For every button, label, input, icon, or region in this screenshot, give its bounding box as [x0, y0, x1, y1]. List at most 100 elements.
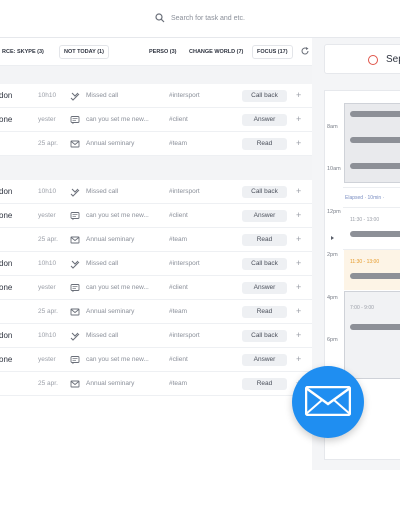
add-icon[interactable]: +	[296, 114, 301, 124]
hour-label: 12pm	[327, 209, 341, 215]
search-placeholder: Search for task and etc.	[171, 14, 245, 22]
add-icon[interactable]: +	[296, 330, 301, 340]
task-tag[interactable]: #team	[169, 380, 187, 387]
task-subject: can you set me new...	[86, 356, 149, 363]
mail-app-badge[interactable]	[292, 366, 364, 438]
task-action-button[interactable]: Answer	[242, 282, 287, 294]
add-icon[interactable]: +	[296, 234, 301, 244]
task-row[interactable]: 25 apr.Annual seminary#teamRead+	[0, 132, 312, 156]
hour-label: 2pm	[327, 252, 338, 258]
task-subject: can you set me new...	[86, 284, 149, 291]
missed-call-icon	[70, 91, 80, 101]
app-window: Search for task and etc. RCE: SKYPE (3) …	[0, 0, 400, 470]
contact-name: don	[0, 259, 13, 268]
search-bar[interactable]: Search for task and etc.	[155, 13, 245, 23]
message-icon	[70, 115, 80, 125]
task-tag[interactable]: #intersport	[169, 260, 200, 267]
missed-call-icon	[70, 331, 80, 341]
task-action-button[interactable]: Read	[242, 306, 287, 318]
add-icon[interactable]: +	[296, 90, 301, 100]
add-icon[interactable]: +	[296, 258, 301, 268]
task-tag[interactable]: #team	[169, 308, 187, 315]
event-bar[interactable]	[350, 163, 400, 169]
task-action-button[interactable]: Call back	[242, 186, 287, 198]
missed-call-icon	[70, 187, 80, 197]
task-tag[interactable]: #team	[169, 236, 187, 243]
task-tag[interactable]: #intersport	[169, 332, 200, 339]
task-tag[interactable]: #intersport	[169, 92, 200, 99]
grid-line	[343, 207, 400, 208]
add-icon[interactable]: +	[296, 210, 301, 220]
add-icon[interactable]: +	[296, 354, 301, 364]
task-row[interactable]: 25 apr.Annual seminary#teamRead+	[0, 372, 312, 396]
task-subject: Annual seminary	[86, 140, 135, 147]
task-action-button[interactable]: Call back	[242, 90, 287, 102]
slot-label: 7:00 - 9:00	[350, 305, 374, 311]
filter-chip-change-world[interactable]: CHANGE WORLD (7)	[185, 45, 247, 59]
task-tag[interactable]: #team	[169, 140, 187, 147]
task-list-panel: RCE: SKYPE (3) NOT TODAY (1) PERSO (3) C…	[0, 38, 312, 470]
task-subject: Missed call	[86, 332, 119, 339]
task-tag[interactable]: #client	[169, 284, 188, 291]
task-tag[interactable]: #client	[169, 116, 188, 123]
contact-name: one	[0, 355, 13, 364]
task-action-button[interactable]: Answer	[242, 210, 287, 222]
group-separator	[0, 156, 312, 180]
filter-chip-focus[interactable]: FOCUS (17)	[252, 45, 293, 59]
slot-label: 11:30 - 13:00	[350, 217, 380, 223]
add-icon[interactable]: +	[296, 282, 301, 292]
task-tag[interactable]: #client	[169, 212, 188, 219]
event-bar[interactable]	[350, 231, 400, 237]
add-icon[interactable]: +	[296, 306, 301, 316]
add-icon[interactable]: +	[296, 138, 301, 148]
task-row[interactable]: 25 apr. Annual seminary #team Read +	[0, 300, 312, 324]
top-bar: Search for task and etc.	[0, 0, 400, 38]
task-row[interactable]: don 10h10 Missed call #intersport Call back +	[0, 324, 312, 348]
task-time: 25 apr.	[38, 308, 58, 315]
task-action-button[interactable]: Call back	[242, 258, 287, 270]
task-action-button[interactable]: Call back	[242, 330, 287, 342]
elapsed-label: Elapsed · 10min ·	[345, 195, 385, 201]
missed-call-icon	[70, 259, 80, 269]
task-row[interactable]: don 10h10 Missed call #intersport Call back +	[0, 180, 312, 204]
date-selector[interactable]: Sep	[324, 44, 400, 74]
task-time: yester	[38, 356, 56, 363]
task-row[interactable]: one yester can you set me new... #client Ans…	[0, 204, 312, 228]
event-bar[interactable]	[350, 273, 400, 279]
task-action-button[interactable]: Read	[242, 138, 287, 150]
task-row[interactable]: 25 apr.Annual seminary#teamRead+	[0, 228, 312, 252]
task-row[interactable]: don 10h10 Missed call #intersport Call back +	[0, 84, 312, 108]
event-bar[interactable]	[350, 137, 400, 143]
task-time: yester	[38, 284, 56, 291]
task-subject: Missed call	[86, 92, 119, 99]
mail-icon	[70, 379, 80, 389]
add-icon[interactable]: +	[296, 186, 301, 196]
task-subject: Missed call	[86, 188, 119, 195]
envelope-icon	[305, 386, 351, 416]
task-row[interactable]: one yester can you set me new... #client Ans…	[0, 108, 312, 132]
contact-name: one	[0, 211, 13, 220]
event-bar[interactable]	[350, 111, 400, 117]
task-tag[interactable]: #client	[169, 356, 188, 363]
highlighted-slot[interactable]	[344, 250, 400, 290]
task-row[interactable]: one yester can you set me new... #client Ans…	[0, 348, 312, 372]
task-time: yester	[38, 212, 56, 219]
task-time: 10h10	[38, 332, 57, 339]
contact-name: don	[0, 91, 13, 100]
filter-chip-source[interactable]: RCE: SKYPE (3)	[0, 45, 48, 59]
task-action-button[interactable]: Answer	[242, 114, 287, 126]
filter-bar: RCE: SKYPE (3) NOT TODAY (1) PERSO (3) C…	[0, 38, 312, 66]
filter-chip-perso[interactable]: PERSO (3)	[145, 45, 181, 59]
task-action-button[interactable]: Read	[242, 234, 287, 246]
refresh-icon[interactable]	[300, 46, 310, 56]
task-action-button[interactable]: Read	[242, 378, 287, 390]
event-bar[interactable]	[350, 324, 400, 330]
task-subject: Annual seminary	[86, 236, 135, 243]
group-separator	[0, 66, 312, 84]
task-row[interactable]: one yester can you set me new... #client Ans…	[0, 276, 312, 300]
task-row[interactable]: don 10h10 Missed call #intersport Call back +	[0, 252, 312, 276]
task-tag[interactable]: #intersport	[169, 188, 200, 195]
task-subject: Annual seminary	[86, 308, 135, 315]
filter-chip-not-today[interactable]: NOT TODAY (1)	[59, 45, 109, 59]
task-action-button[interactable]: Answer	[242, 354, 287, 366]
